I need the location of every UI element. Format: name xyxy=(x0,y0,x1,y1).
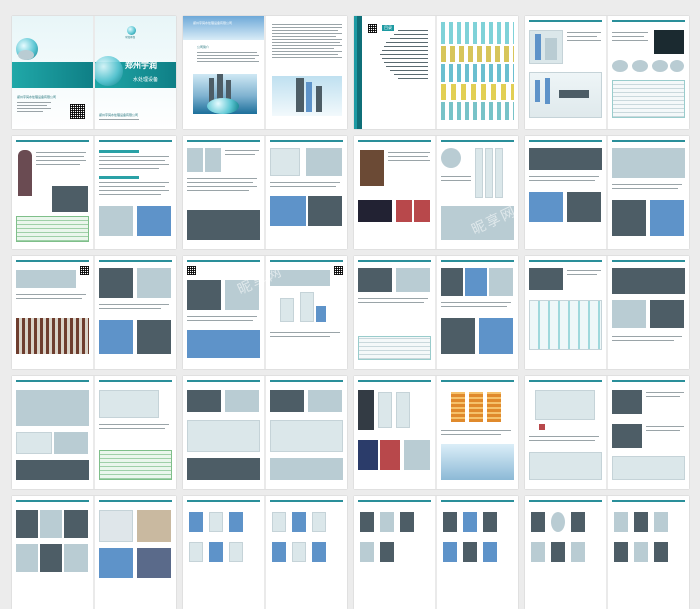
back-company-line: 郑州宇润水处理设备有限公司 xyxy=(17,95,57,99)
brand-subtitle: 水处理设备 xyxy=(133,77,159,83)
spread-4-3 xyxy=(354,376,518,489)
spread-3-2 xyxy=(183,256,347,369)
spread-3-3 xyxy=(354,256,518,369)
process-right xyxy=(608,16,689,129)
spread-process xyxy=(525,16,689,129)
spread-5-4 xyxy=(525,496,689,609)
spread-5-2 xyxy=(183,496,347,609)
cover-band xyxy=(12,62,93,88)
spread-4-4 xyxy=(525,376,689,489)
company-line: 郑州宇润水处理设备有限公司 xyxy=(99,113,139,117)
intro-banner: 郑州宇润水处理设备有限公司 xyxy=(193,21,233,25)
logo-label: 宇润环保 xyxy=(125,36,136,39)
spread-2-2 xyxy=(183,136,347,249)
spread-intro: 郑州宇润水处理设备有限公司 公司简介 xyxy=(183,16,347,129)
spread-4-2 xyxy=(183,376,347,489)
spread-5-1 xyxy=(12,496,176,609)
toc-tag: 目录 xyxy=(382,25,394,31)
spread-2-4 xyxy=(525,136,689,249)
spread-3-1 xyxy=(12,256,176,369)
brand-title: 郑州宇润 xyxy=(125,61,157,70)
spread-cover: 郑州宇润水处理设备有限公司 宇润环保 郑州宇润 水处理设备 郑州宇润水处理设备有… xyxy=(12,16,176,129)
qr-code xyxy=(70,104,85,119)
spread-4-1 xyxy=(12,376,176,489)
toc-right xyxy=(437,16,518,129)
intro-left: 郑州宇润水处理设备有限公司 公司简介 xyxy=(183,16,264,129)
logo-icon xyxy=(127,26,136,35)
cover-front-page: 宇润环保 郑州宇润 水处理设备 郑州宇润水处理设备有限公司 xyxy=(95,16,176,129)
process-left xyxy=(525,16,606,129)
spread-2-1 xyxy=(12,136,176,249)
spread-toc: 目录 xyxy=(354,16,518,129)
cover-back-page: 郑州宇润水处理设备有限公司 xyxy=(12,16,93,129)
intro-heading: 公司简介 xyxy=(197,45,210,49)
spread-2-3 xyxy=(354,136,518,249)
brochure-grid: 郑州宇润水处理设备有限公司 宇润环保 郑州宇润 水处理设备 郑州宇润水处理设备有… xyxy=(12,16,690,609)
spread-3-4 xyxy=(525,256,689,369)
intro-right xyxy=(266,16,347,129)
spread-5-3 xyxy=(354,496,518,609)
toc-left: 目录 xyxy=(354,16,435,129)
